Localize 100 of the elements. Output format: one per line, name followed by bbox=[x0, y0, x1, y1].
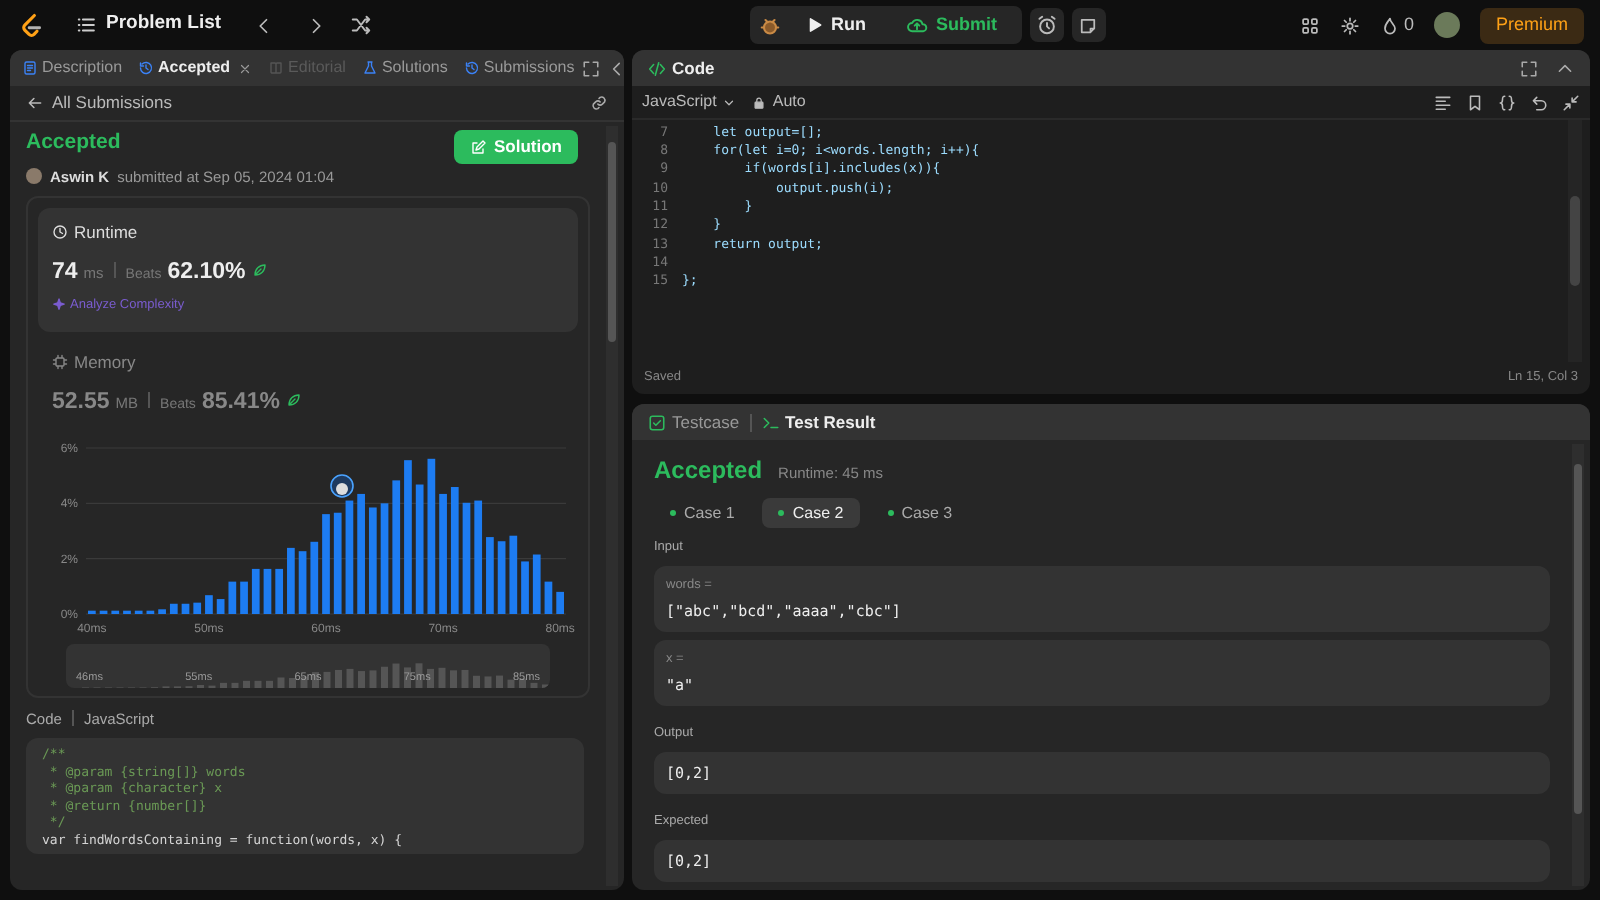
bookmark-icon[interactable] bbox=[1466, 93, 1484, 111]
notes-button[interactable] bbox=[1071, 8, 1106, 42]
panel-tab[interactable]: Accepted bbox=[138, 56, 231, 80]
mode-label: Auto bbox=[772, 90, 806, 114]
beats-percent: 62.10% bbox=[167, 257, 246, 288]
clock-icon bbox=[52, 224, 68, 241]
chart-bar[interactable] bbox=[521, 560, 529, 614]
bug-icon[interactable] bbox=[757, 13, 782, 37]
collapse-icon[interactable] bbox=[1556, 59, 1574, 77]
chart-bar[interactable] bbox=[544, 581, 553, 614]
sparkle-icon bbox=[52, 298, 66, 313]
cloud-upload-icon bbox=[906, 14, 929, 36]
chart-bar[interactable] bbox=[345, 500, 354, 614]
chart-bar[interactable] bbox=[497, 540, 506, 614]
shuffle-icon[interactable] bbox=[349, 14, 372, 36]
chart-bar[interactable] bbox=[532, 554, 541, 614]
metric-value: 52.55 bbox=[52, 387, 110, 417]
expand-icon[interactable] bbox=[582, 59, 601, 77]
chart-bar[interactable] bbox=[193, 602, 202, 614]
chart-bar[interactable] bbox=[462, 502, 471, 614]
beats-percent: 85.41% bbox=[201, 387, 280, 417]
panel-tab[interactable]: Description bbox=[22, 56, 123, 80]
edit-icon bbox=[470, 139, 486, 155]
case-tab[interactable]: Case 3 bbox=[871, 498, 969, 528]
chart-bar[interactable] bbox=[169, 603, 178, 614]
format-icon[interactable] bbox=[1434, 93, 1452, 111]
submit-button[interactable]: Submit bbox=[890, 8, 1014, 42]
shrink-icon[interactable] bbox=[1562, 93, 1580, 111]
undo-icon[interactable] bbox=[1530, 93, 1548, 111]
run-button[interactable]: Run bbox=[789, 8, 883, 42]
back-arrow-icon[interactable] bbox=[26, 94, 44, 112]
chart-bar[interactable] bbox=[263, 568, 272, 614]
grid-icon[interactable] bbox=[1299, 15, 1320, 35]
chart-bar[interactable] bbox=[368, 507, 377, 614]
chevron-down-icon bbox=[722, 95, 737, 109]
chart-bar[interactable] bbox=[333, 512, 342, 614]
collapse-icon[interactable] bbox=[608, 59, 624, 77]
chart-bar[interactable] bbox=[298, 550, 307, 614]
note-icon bbox=[1078, 15, 1099, 35]
language-dropdown[interactable]: JavaScript bbox=[642, 90, 737, 114]
link-icon[interactable] bbox=[590, 94, 608, 112]
case-tab[interactable]: Case 1 bbox=[654, 498, 751, 528]
checkbox-icon bbox=[648, 413, 666, 431]
panel-tab[interactable]: Submissions bbox=[463, 56, 575, 80]
expand-icon[interactable] bbox=[1520, 59, 1538, 77]
chart-bar[interactable] bbox=[251, 568, 260, 614]
chart-bar[interactable] bbox=[415, 484, 424, 614]
chart-bar[interactable] bbox=[380, 502, 389, 614]
braces-icon[interactable] bbox=[1498, 93, 1516, 111]
chart-bar[interactable] bbox=[427, 458, 436, 614]
panel-tab[interactable]: Test Result bbox=[761, 409, 876, 435]
panel-tab[interactable]: Testcase bbox=[648, 409, 740, 435]
user-marker-icon bbox=[330, 473, 354, 498]
scrollbar[interactable] bbox=[1572, 444, 1584, 886]
lock-icon bbox=[752, 95, 767, 109]
close-icon[interactable] bbox=[238, 61, 253, 75]
document-icon bbox=[22, 60, 38, 76]
premium-button[interactable]: Premium bbox=[1479, 7, 1584, 43]
scrollbar[interactable] bbox=[606, 126, 618, 886]
alarm-icon bbox=[1035, 14, 1058, 36]
avatar-icon bbox=[26, 168, 42, 185]
timer-button[interactable] bbox=[1029, 8, 1064, 42]
play-icon bbox=[805, 16, 824, 34]
chart-bar[interactable] bbox=[392, 479, 401, 614]
history-icon bbox=[138, 60, 155, 76]
panel-tab[interactable]: Solutions bbox=[361, 56, 448, 80]
streak-count: 0 bbox=[1403, 11, 1414, 38]
leaf-icon bbox=[285, 391, 302, 407]
chart-bar[interactable] bbox=[310, 541, 319, 614]
chart-bar[interactable] bbox=[474, 500, 483, 614]
settings-icon[interactable] bbox=[1339, 15, 1360, 35]
chart-bar[interactable] bbox=[556, 591, 564, 614]
history-icon bbox=[463, 60, 480, 76]
list-icon[interactable] bbox=[76, 14, 98, 36]
case-tab[interactable]: Case 2 bbox=[762, 498, 860, 528]
chart-bar[interactable] bbox=[181, 603, 190, 614]
back-link[interactable]: All Submissions bbox=[52, 90, 172, 116]
leaf-icon bbox=[251, 261, 268, 278]
chart-bar[interactable] bbox=[228, 581, 237, 614]
chart-bar[interactable] bbox=[240, 581, 248, 614]
metric-title: Memory bbox=[74, 349, 136, 375]
chart-bar[interactable] bbox=[275, 568, 284, 614]
chart-bar[interactable] bbox=[158, 608, 166, 614]
metric-title: Runtime bbox=[74, 220, 138, 246]
logo-icon[interactable] bbox=[16, 11, 44, 39]
problem-list-link[interactable]: Problem List bbox=[106, 10, 222, 40]
flask-icon bbox=[361, 60, 378, 76]
avatar-icon[interactable] bbox=[1433, 12, 1460, 38]
chart-bar[interactable] bbox=[216, 598, 225, 614]
chart-bar[interactable] bbox=[509, 535, 518, 614]
terminal-icon bbox=[761, 413, 780, 431]
code-icon bbox=[648, 59, 666, 77]
submission-status: Accepted bbox=[26, 128, 123, 158]
result-status: Accepted bbox=[654, 454, 763, 488]
metric-value: 74 bbox=[52, 257, 78, 288]
scrollbar[interactable] bbox=[1568, 120, 1582, 362]
panel-title: Code bbox=[672, 55, 715, 81]
chart-bar[interactable] bbox=[450, 486, 459, 614]
chart-bar[interactable] bbox=[205, 594, 213, 614]
chip-icon bbox=[52, 354, 68, 371]
